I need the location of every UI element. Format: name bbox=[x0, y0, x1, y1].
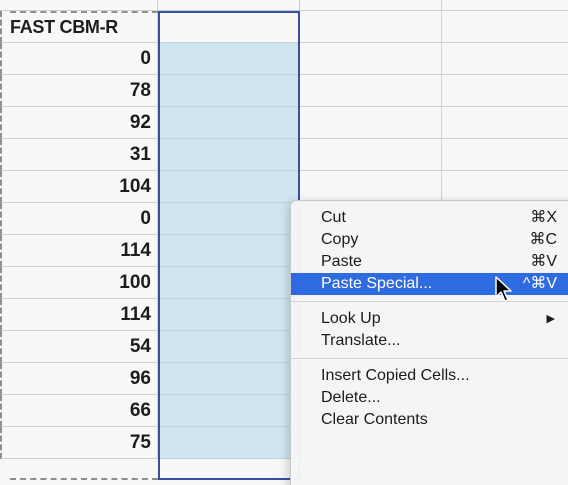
menu-item-paste[interactable]: Paste ⌘V bbox=[291, 251, 568, 273]
menu-item-copy[interactable]: Copy ⌘C bbox=[291, 229, 568, 251]
menu-item-label: Paste bbox=[321, 253, 362, 270]
empty-cell[interactable] bbox=[442, 0, 568, 11]
selected-cell[interactable] bbox=[158, 107, 300, 139]
menu-item-cut[interactable]: Cut ⌘X bbox=[291, 207, 568, 229]
empty-cell[interactable] bbox=[300, 0, 442, 11]
value-cell[interactable]: 92 bbox=[0, 107, 158, 139]
empty-cell[interactable] bbox=[442, 11, 568, 43]
empty-cell[interactable] bbox=[300, 171, 442, 203]
menu-item-shortcut: ⌘X bbox=[530, 209, 557, 226]
menu-item-clear-contents[interactable]: Clear Contents bbox=[291, 409, 568, 431]
empty-cell[interactable] bbox=[300, 107, 442, 139]
selected-cell[interactable] bbox=[158, 139, 300, 171]
selected-cell[interactable] bbox=[158, 43, 300, 75]
selected-cell[interactable] bbox=[158, 75, 300, 107]
value-cell[interactable]: 114 bbox=[0, 299, 158, 331]
empty-cell[interactable] bbox=[300, 139, 442, 171]
value-cell[interactable]: 0 bbox=[0, 203, 158, 235]
menu-item-paste-special[interactable]: Paste Special... ^⌘V bbox=[291, 273, 568, 295]
table-row: 92 bbox=[0, 107, 568, 139]
empty-cell[interactable] bbox=[300, 43, 442, 75]
selected-cell[interactable] bbox=[158, 299, 300, 331]
menu-item-label: Translate... bbox=[321, 332, 401, 349]
menu-item-label: Cut bbox=[321, 209, 346, 226]
header-cell-fast-cbm-r[interactable]: FAST CBM-R bbox=[0, 11, 158, 43]
value-cell[interactable]: 96 bbox=[0, 363, 158, 395]
table-row: 0 bbox=[0, 43, 568, 75]
empty-cell[interactable] bbox=[442, 75, 568, 107]
selected-cell[interactable] bbox=[158, 171, 300, 203]
menu-item-shortcut: ⌘V bbox=[530, 253, 557, 270]
context-menu[interactable]: Cut ⌘X Copy ⌘C Paste ⌘V Paste Special... ^⌘V Loo… bbox=[290, 200, 568, 485]
empty-cell[interactable] bbox=[0, 0, 158, 11]
menu-item-look-up[interactable]: Look Up ▶ bbox=[291, 308, 568, 330]
table-row bbox=[0, 0, 568, 11]
menu-item-label: Look Up bbox=[321, 310, 381, 327]
selected-cell[interactable] bbox=[158, 203, 300, 235]
menu-item-insert-copied-cells[interactable]: Insert Copied Cells... bbox=[291, 365, 568, 387]
selected-cell[interactable] bbox=[158, 331, 300, 363]
empty-cell[interactable] bbox=[158, 0, 300, 11]
value-cell[interactable]: 104 bbox=[0, 171, 158, 203]
table-row: 78 bbox=[0, 75, 568, 107]
value-cell[interactable]: 0 bbox=[0, 43, 158, 75]
value-cell[interactable]: 75 bbox=[0, 427, 158, 459]
selected-cell[interactable] bbox=[158, 395, 300, 427]
value-cell[interactable]: 54 bbox=[0, 331, 158, 363]
triangle-right-icon: ▶ bbox=[546, 313, 555, 325]
menu-item-label: Delete... bbox=[321, 389, 381, 406]
empty-cell[interactable] bbox=[300, 75, 442, 107]
menu-item-shortcut: ^⌘V bbox=[522, 275, 557, 292]
selected-cell[interactable] bbox=[158, 363, 300, 395]
selected-cell[interactable] bbox=[158, 427, 300, 459]
table-row: 31 bbox=[0, 139, 568, 171]
empty-cell[interactable] bbox=[442, 43, 568, 75]
active-cell[interactable] bbox=[158, 11, 300, 43]
header-row: FAST CBM-R bbox=[0, 11, 568, 43]
menu-item-label: Paste Special... bbox=[321, 275, 433, 292]
value-cell[interactable]: 78 bbox=[0, 75, 158, 107]
menu-item-label: Copy bbox=[321, 231, 359, 248]
menu-item-translate[interactable]: Translate... bbox=[291, 330, 568, 352]
menu-separator bbox=[291, 358, 568, 359]
value-cell[interactable]: 114 bbox=[0, 235, 158, 267]
table-row: 104 bbox=[0, 171, 568, 203]
menu-separator bbox=[291, 301, 568, 302]
selected-cell[interactable] bbox=[158, 267, 300, 299]
value-cell[interactable]: 100 bbox=[0, 267, 158, 299]
empty-cell[interactable] bbox=[300, 11, 442, 43]
menu-item-label: Insert Copied Cells... bbox=[321, 367, 470, 384]
empty-cell[interactable] bbox=[442, 139, 568, 171]
menu-item-delete[interactable]: Delete... bbox=[291, 387, 568, 409]
value-cell[interactable]: 31 bbox=[0, 139, 158, 171]
value-cell[interactable]: 66 bbox=[0, 395, 158, 427]
menu-item-label: Clear Contents bbox=[321, 411, 428, 428]
empty-cell[interactable] bbox=[442, 171, 568, 203]
menu-item-shortcut: ⌘C bbox=[529, 231, 557, 248]
spreadsheet-window: FAST CBM-R 0 78 92 31 104 0 114 100 114 54 96 66 75 C… bbox=[0, 0, 568, 485]
selected-cell[interactable] bbox=[158, 235, 300, 267]
empty-cell[interactable] bbox=[442, 107, 568, 139]
